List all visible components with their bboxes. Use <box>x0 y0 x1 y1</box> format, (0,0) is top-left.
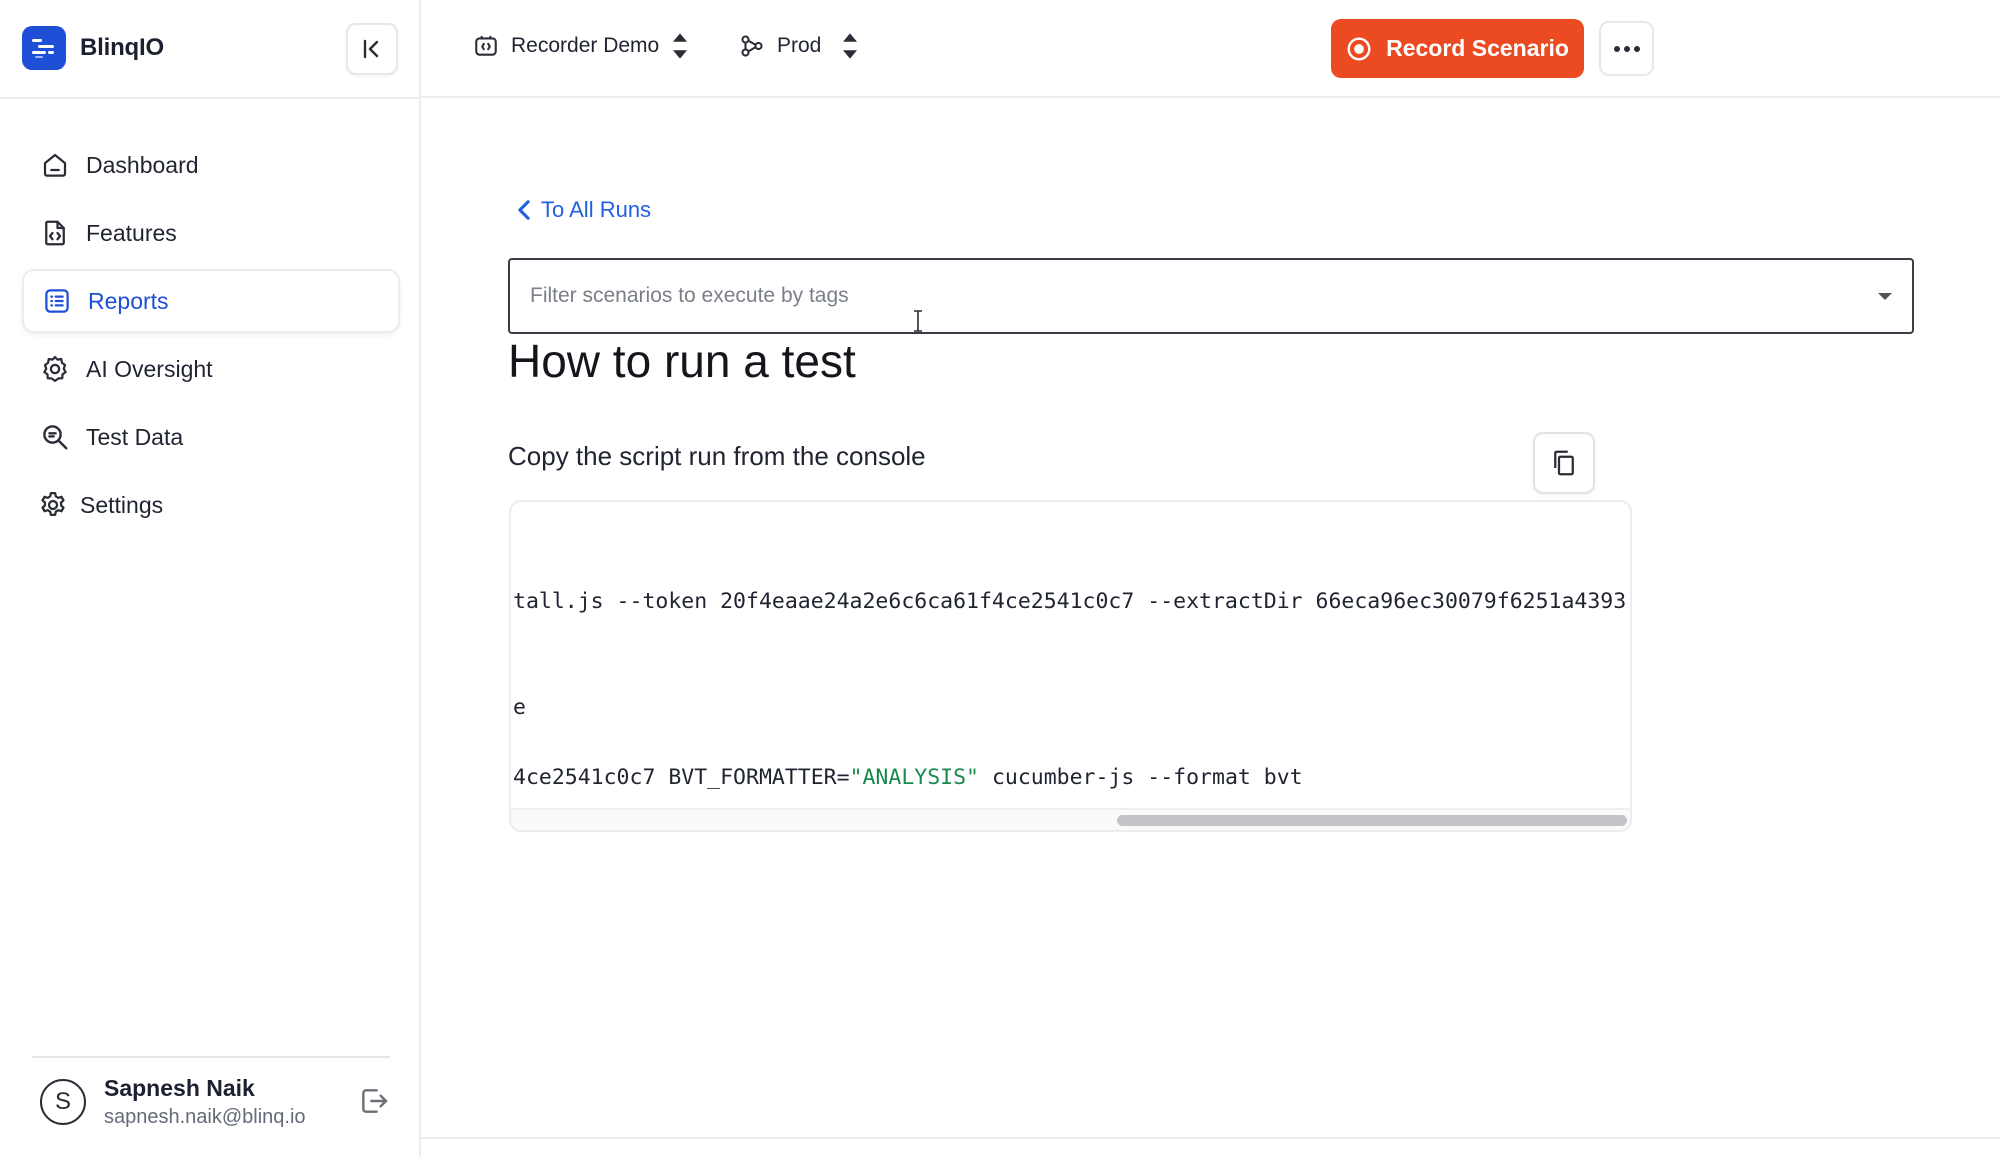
code-text: 4ce2541c0c7 BVT_FORMATTER= <box>513 765 850 790</box>
project-icon <box>475 35 497 56</box>
bottom-divider <box>421 1137 2000 1139</box>
code-line-1: tall.js --token 20f4eaae24a2e6c6ca61f4ce… <box>513 589 1627 614</box>
gear-icon <box>41 492 65 516</box>
project-selector[interactable]: Recorder Demo <box>473 32 689 60</box>
user-email: sapnesh.naik@blinq.io <box>104 1106 306 1128</box>
tag-filter-select[interactable] <box>508 258 1914 334</box>
list-icon <box>45 289 69 313</box>
collapse-sidebar-button[interactable] <box>346 23 398 75</box>
avatar: S <box>40 1079 86 1125</box>
home-icon <box>43 153 67 177</box>
chevron-left-icon <box>518 200 530 220</box>
sort-arrows-icon <box>843 33 858 59</box>
user-profile[interactable]: S Sapnesh Naik sapnesh.naik@blinq.io <box>40 1075 306 1129</box>
collapse-left-icon <box>363 39 379 59</box>
script-code-block[interactable]: tall.js --token 20f4eaae24a2e6c6ca61f4ce… <box>509 500 1632 832</box>
ai-gear-icon <box>43 356 67 382</box>
sidebar-item-label: Settings <box>80 491 164 518</box>
record-scenario-button[interactable]: Record Scenario <box>1331 19 1584 78</box>
sidebar: BlinqIO Dashboard Features Reports AI Ov… <box>0 0 421 1157</box>
sidebar-divider <box>0 97 421 99</box>
sidebar-item-label: AI Oversight <box>86 355 213 382</box>
code-line-3: 4ce2541c0c7 BVT_FORMATTER="ANALYSIS" cuc… <box>513 765 1303 790</box>
tag-filter-input[interactable] <box>528 283 1832 309</box>
code-line-2: e <box>513 695 526 720</box>
top-bar: Recorder Demo Prod Record Scenario <box>421 0 2000 98</box>
text-cursor-icon <box>914 310 922 332</box>
sidebar-item-dashboard[interactable]: Dashboard <box>22 133 400 197</box>
environment-name: Prod <box>777 34 822 57</box>
sidebar-nav: Dashboard Features Reports AI Oversight … <box>22 133 400 541</box>
code-string: "ANALYSIS" <box>849 765 979 790</box>
copy-script-button[interactable] <box>1533 432 1595 494</box>
copy-icon <box>1554 450 1574 476</box>
back-to-all-runs-link[interactable]: To All Runs <box>517 197 651 223</box>
scrollbar-thumb[interactable] <box>1117 815 1627 826</box>
instructions-text: Copy the script run from the console <box>508 441 926 471</box>
record-icon <box>1347 37 1371 60</box>
sidebar-item-test-data[interactable]: Test Data <box>22 405 400 469</box>
environment-selector[interactable]: Prod <box>739 32 859 60</box>
search-doc-icon <box>43 425 68 450</box>
back-link-label: To All Runs <box>541 197 652 222</box>
sidebar-item-label: Dashboard <box>86 151 199 178</box>
logout-button[interactable] <box>358 1085 390 1122</box>
sidebar-item-reports[interactable]: Reports <box>22 269 400 333</box>
sidebar-item-ai-oversight[interactable]: AI Oversight <box>22 337 400 401</box>
environment-icon <box>741 35 763 57</box>
chevron-down-icon[interactable] <box>1878 293 1892 300</box>
blinqio-logo-icon <box>22 26 66 70</box>
record-scenario-label: Record Scenario <box>1386 35 1569 61</box>
sort-arrows-icon <box>673 33 688 59</box>
brand-name: BlinqIO <box>80 34 164 61</box>
more-options-button[interactable] <box>1599 21 1654 76</box>
logout-icon <box>362 1089 388 1113</box>
code-text: cucumber-js --format bvt <box>979 765 1303 790</box>
page-title: How to run a test <box>508 335 856 387</box>
horizontal-scrollbar[interactable] <box>511 808 1630 830</box>
sidebar-item-features[interactable]: Features <box>22 201 400 265</box>
more-dots-icon <box>1613 45 1620 52</box>
brand[interactable]: BlinqIO <box>22 26 164 70</box>
user-name: Sapnesh Naik <box>104 1075 255 1101</box>
sidebar-item-settings[interactable]: Settings <box>22 473 400 537</box>
user-divider <box>32 1056 390 1058</box>
sidebar-item-label: Test Data <box>86 423 184 450</box>
code-file-icon <box>45 220 65 246</box>
sidebar-item-label: Reports <box>88 287 169 314</box>
project-name: Recorder Demo <box>511 34 660 57</box>
sidebar-item-label: Features <box>86 219 177 246</box>
